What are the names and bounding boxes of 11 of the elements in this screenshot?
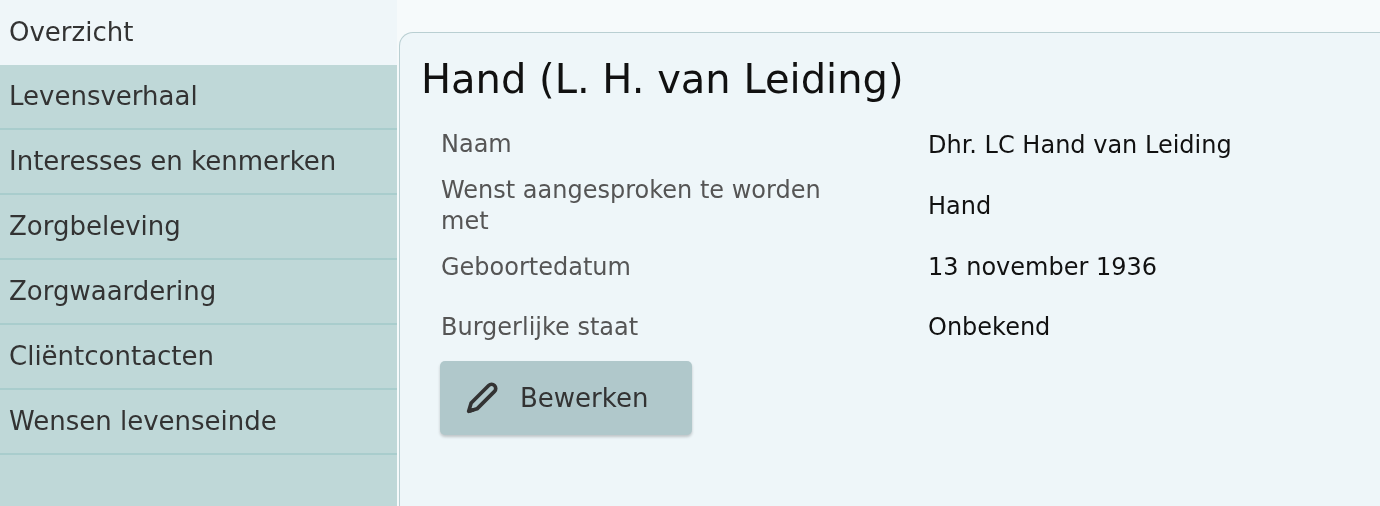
sidebar-item[interactable]: Overzicht	[0, 0, 397, 65]
field-label: Geboortedatum	[441, 251, 632, 283]
edit-button[interactable]: Bewerken	[440, 361, 692, 436]
field-label: Naam	[441, 129, 513, 161]
field-value: 13 november 1936	[928, 252, 1157, 284]
field-label: Wenst aangesproken te worden met	[441, 175, 822, 238]
card-title: Hand (L. H. van Leiding)	[421, 55, 905, 103]
field-label: Burgerlijke staat	[441, 311, 640, 343]
field-value: Dhr. LC Hand van Leiding	[928, 130, 1232, 161]
field-value: Onbekend	[928, 312, 1051, 344]
field-value: Hand	[928, 191, 992, 223]
